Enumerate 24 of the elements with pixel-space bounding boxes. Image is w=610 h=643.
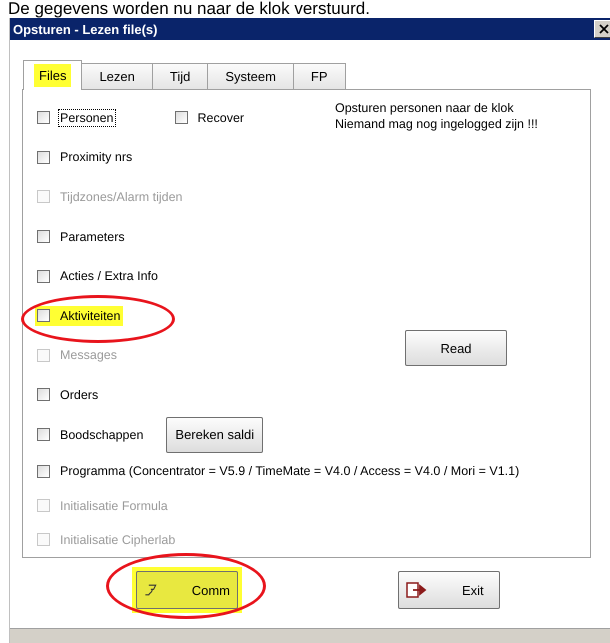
info-text: Opsturen personen naar de klok <box>335 100 515 116</box>
exit-button[interactable]: Exit <box>398 571 500 609</box>
tab[interactable]: Files <box>23 60 82 90</box>
calculate-button[interactable]: Bereken saldi <box>166 416 264 453</box>
checkbox-option[interactable]: Programma (Concentrator = V5.9 / TimeMate = V4.0 / Access = V4.0 / Mori = V1.1) <box>35 461 522 482</box>
tab[interactable]: Systeem <box>207 63 294 89</box>
tab[interactable]: FP <box>292 63 346 89</box>
comm-button[interactable]: Comm <box>136 571 238 609</box>
info-text: Niemand mag nog ingelogged zijn !!! <box>335 116 539 132</box>
read-button[interactable]: Read <box>405 330 507 366</box>
checkbox-option[interactable]: Boodschappen <box>35 424 146 445</box>
exit-icon <box>406 582 428 598</box>
close-button[interactable] <box>594 20 610 38</box>
checkbox-option[interactable]: Orders <box>35 384 102 405</box>
checkbox-option[interactable]: Parameters <box>35 226 128 247</box>
checkbox-option[interactable]: Personen <box>35 108 117 128</box>
caption-text: De gegevens worden nu naar de klok verstuurd. <box>8 0 371 18</box>
checkbox-option[interactable]: Acties / Extra Info <box>35 266 161 286</box>
checkbox-option[interactable]: Aktiviteiten <box>35 306 124 326</box>
checkbox-option[interactable]: Recover <box>172 108 248 128</box>
tab[interactable]: Lezen <box>81 63 153 89</box>
window-title: Opsturen - Lezen file(s) <box>13 22 158 36</box>
checkbox-option[interactable]: Proximity nrs <box>35 147 136 168</box>
tab[interactable]: Tijd <box>152 63 208 89</box>
